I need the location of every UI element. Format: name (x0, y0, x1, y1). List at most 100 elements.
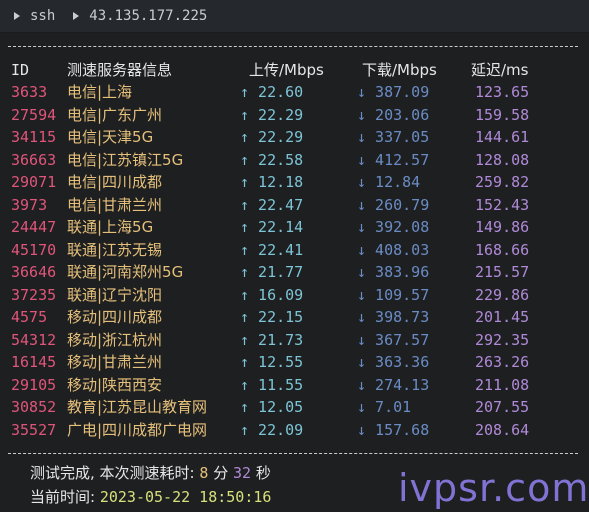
row-upload: ↑ 22.58 (240, 150, 304, 169)
table-row: 3633 电信|上海 ↑ 22.60 ↓ 387.09 123.65 (0, 81, 589, 103)
seconds-unit: 秒 (255, 464, 271, 482)
row-upload: ↑ 21.73 (240, 330, 304, 349)
terminal-output[interactable]: ID 测速服务器信息 上传/Mbps 下载/Mbps 延迟/ms 3633 电信|… (0, 33, 589, 512)
row-server: 电信|天津5G (67, 128, 154, 146)
row-id: 35527 (11, 420, 57, 439)
table-row: 3973 电信|甘肃兰州 ↑ 22.47 ↓ 260.79 152.43 (0, 194, 589, 216)
row-latency: 263.26 (475, 353, 530, 371)
row-latency: 211.08 (475, 375, 530, 394)
table-row: 36663 电信|江苏镇江5G ↑ 22.58 ↓ 412.57 128.08 (0, 149, 589, 171)
row-latency: 201.45 (475, 308, 530, 326)
breadcrumb-ssh[interactable]: ssh (30, 8, 55, 24)
row-id: 36646 (11, 263, 57, 281)
row-upload: ↑ 22.60 (240, 83, 304, 101)
row-download: ↓ 274.13 (357, 375, 430, 394)
table-row: 29105 移动|陕西西安 ↑ 11.55 ↓ 274.13 211.08 (0, 374, 589, 396)
row-upload: ↑ 22.15 (240, 308, 304, 326)
row-id: 37235 (11, 285, 57, 304)
row-server: 联通|上海5G (67, 218, 154, 236)
row-upload: ↑ 11.55 (240, 375, 304, 394)
row-latency: 159.58 (475, 105, 530, 124)
row-id: 54312 (11, 330, 57, 349)
row-upload: ↑ 22.29 (240, 105, 304, 124)
divider (8, 453, 578, 454)
row-download: ↓ 260.79 (357, 195, 430, 214)
row-server: 移动|四川成都 (67, 308, 163, 326)
row-download: ↓ 383.96 (357, 263, 430, 281)
row-server: 联通|江苏无锡 (67, 240, 163, 259)
row-download: ↓ 12.84 (357, 173, 421, 191)
row-server: 电信|甘肃兰州 (67, 195, 163, 214)
row-server: 移动|陕西西安 (67, 375, 163, 394)
row-latency: 152.43 (475, 195, 530, 214)
row-id: 3633 (11, 83, 48, 101)
table-row: 54312 移动|浙江杭州 ↑ 21.73 ↓ 367.57 292.35 (0, 329, 589, 351)
table-row: 29071 电信|四川成都 ↑ 12.18 ↓ 12.84 259.82 (0, 171, 589, 193)
table-row: 30852 教育|江苏昆山教育网 ↑ 12.05 ↓ 7.01 207.55 (0, 396, 589, 418)
row-download: ↓ 337.05 (357, 128, 430, 146)
table-row: 34115 电信|天津5G ↑ 22.29 ↓ 337.05 144.61 (0, 126, 589, 148)
row-upload: ↑ 22.29 (240, 128, 304, 146)
watermark-logo: ivpsr.com (398, 466, 589, 510)
elapsed-minutes: 8 (199, 464, 209, 482)
row-upload: ↑ 22.47 (240, 195, 304, 214)
current-time-value: 2023-05-22 18:50:16 (99, 488, 272, 506)
row-id: 30852 (11, 398, 57, 416)
row-latency: 168.66 (475, 240, 530, 259)
header-upload: 上传/Mbps (249, 61, 324, 79)
row-id: 36663 (11, 150, 57, 169)
breadcrumb-host[interactable]: 43.135.177.225 (89, 8, 207, 24)
row-upload: ↑ 12.55 (240, 353, 304, 371)
table-row: 4575 移动|四川成都 ↑ 22.15 ↓ 398.73 201.45 (0, 306, 589, 328)
row-download: ↓ 398.73 (357, 308, 430, 326)
row-server: 电信|江苏镇江5G (67, 150, 184, 169)
row-upload: ↑ 22.14 (240, 218, 304, 236)
row-id: 45170 (11, 240, 57, 259)
minutes-unit: 分 (213, 464, 229, 482)
row-download: ↓ 363.36 (357, 353, 430, 371)
table-row: 35527 广电|四川成都广电网 ↑ 22.09 ↓ 157.68 208.64 (0, 419, 589, 441)
row-id: 29105 (11, 375, 57, 394)
table-row: 45170 联通|江苏无锡 ↑ 22.41 ↓ 408.03 168.66 (0, 239, 589, 261)
header-server: 测速服务器信息 (67, 61, 173, 79)
row-download: ↓ 203.06 (357, 105, 430, 124)
row-latency: 123.65 (475, 83, 530, 101)
row-server: 电信|广东广州 (67, 105, 163, 124)
row-upload: ↑ 12.05 (240, 398, 304, 416)
row-upload: ↑ 22.41 (240, 240, 304, 259)
row-id: 29071 (11, 173, 57, 191)
table-row: 24447 联通|上海5G ↑ 22.14 ↓ 392.08 149.86 (0, 216, 589, 238)
row-latency: 128.08 (475, 150, 530, 169)
row-id: 16145 (11, 353, 57, 371)
row-latency: 149.86 (475, 218, 530, 236)
row-server: 移动|甘肃兰州 (67, 353, 163, 371)
row-id: 4575 (11, 308, 48, 326)
row-upload: ↑ 22.09 (240, 420, 304, 439)
row-latency: 207.55 (475, 398, 530, 416)
row-server: 联通|河南郑州5G (67, 263, 184, 281)
table-row: 16145 移动|甘肃兰州 ↑ 12.55 ↓ 363.36 263.26 (0, 351, 589, 373)
header-download: 下载/Mbps (362, 61, 437, 79)
header-latency: 延迟/ms (471, 61, 529, 79)
table-row: 27594 电信|广东广州 ↑ 22.29 ↓ 203.06 159.58 (0, 104, 589, 126)
test-complete-line: 测试完成, 本次测速耗时: 8 分 32 秒 (30, 462, 271, 484)
row-download: ↓ 7.01 (357, 398, 412, 416)
chevron-right-icon (14, 12, 20, 20)
row-server: 电信|四川成都 (67, 173, 163, 191)
row-id: 3973 (11, 195, 48, 214)
row-download: ↓ 109.57 (357, 285, 430, 304)
table-row: 37235 联通|辽宁沈阳 ↑ 16.09 ↓ 109.57 229.86 (0, 284, 589, 306)
row-latency: 208.64 (475, 420, 530, 439)
row-download: ↓ 408.03 (357, 240, 430, 259)
row-latency: 259.82 (475, 173, 530, 191)
row-upload: ↑ 21.77 (240, 263, 304, 281)
row-server: 移动|浙江杭州 (67, 330, 163, 349)
row-latency: 292.35 (475, 330, 530, 349)
row-latency: 229.86 (475, 285, 530, 304)
elapsed-seconds: 32 (232, 464, 252, 482)
row-download: ↓ 392.08 (357, 218, 430, 236)
row-id: 24447 (11, 218, 57, 236)
row-download: ↓ 412.57 (357, 150, 430, 169)
row-server: 电信|上海 (67, 83, 133, 101)
row-upload: ↑ 12.18 (240, 173, 304, 191)
